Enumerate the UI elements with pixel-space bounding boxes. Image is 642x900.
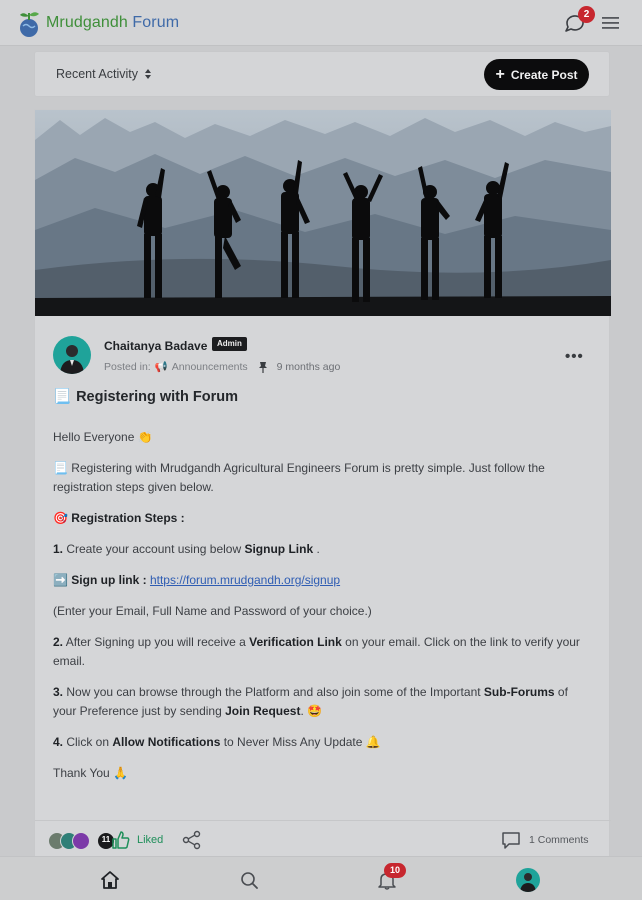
right-arrow-icon: ➡️ (53, 573, 68, 587)
steps-heading-text: Registration Steps : (71, 511, 185, 525)
step-2-number: 2. (53, 635, 64, 649)
folded-hands-icon: 🙏 (113, 766, 129, 780)
thanks-text: Thank You (53, 766, 110, 780)
step-3-bold-1: Sub-Forums (483, 685, 555, 699)
post-actions: 11 Liked 1 Comments (35, 820, 611, 860)
brand-part-1: Mrudgandh (46, 14, 128, 31)
step-2-bold: Verification Link (249, 635, 342, 649)
step-3-number: 3. (53, 685, 64, 699)
author-avatar[interactable] (53, 336, 91, 374)
thanks-line: Thank You 🙏 (53, 764, 588, 783)
page-facing-up-icon: 📃 (53, 461, 68, 475)
hamburger-icon[interactable] (600, 13, 622, 33)
brand-part-2: Forum (127, 14, 180, 31)
globe-sprout-icon[interactable] (14, 9, 44, 39)
step-3-text: Now you can browse through the Platform … (63, 685, 484, 699)
target-icon: 🎯 (53, 511, 68, 525)
step-4-end: to Never Miss Any Update (220, 735, 363, 749)
signup-line: ➡️ Sign up link : https://forum.mrudgand… (53, 571, 588, 590)
step-1-text: Create your account using below (63, 542, 245, 556)
step-2: 2. After Signing up you will receive a V… (53, 633, 588, 671)
step-3: 3. Now you can browse through the Platfo… (53, 683, 588, 721)
step-4: 4. Click on Allow Notifications to Never… (53, 733, 588, 752)
step-1-number: 1. (53, 542, 64, 556)
post-banner-image (35, 110, 611, 316)
create-post-button[interactable]: + Create Post (484, 59, 589, 90)
filter-bar: Recent Activity + Create Post (34, 51, 610, 97)
clapping-hands-icon: 👏 (137, 430, 153, 444)
post-time: 9 months ago (276, 360, 341, 373)
intro-text: Registering with Mrudgandh Agricultural … (53, 461, 545, 494)
enter-note: (Enter your Email, Full Name and Passwor… (53, 604, 372, 618)
author-name[interactable]: Chaitanya Badave (104, 339, 207, 353)
signup-link[interactable]: https://forum.mrudgandh.org/signup (150, 573, 340, 587)
step-3-end: . (300, 704, 304, 718)
profile-avatar[interactable] (516, 868, 540, 892)
greeting-text: Hello Everyone (53, 430, 135, 444)
notifications-badge: 10 (384, 863, 406, 878)
step-4-bold: Allow Notifications (112, 735, 221, 749)
top-bar: Mrudgandh Forum 2 (0, 0, 642, 46)
greeting-line: Hello Everyone 👏 (53, 428, 588, 447)
star-struck-icon: 🤩 (307, 704, 323, 718)
create-post-label: Create Post (510, 67, 578, 82)
post-title-text: Registering with Forum (76, 388, 238, 405)
home-icon[interactable] (100, 870, 120, 890)
posted-in-label: Posted in: (104, 360, 151, 373)
comments-button[interactable]: 1 Comments (501, 830, 589, 850)
post-title: 📃 Registering with Forum (53, 388, 238, 406)
chat-count-badge: 2 (578, 6, 595, 23)
step-4-number: 4. (53, 735, 64, 749)
comments-label: 1 Comments (529, 834, 589, 846)
step-1: 1. Create your account using below Signu… (53, 540, 588, 559)
liker-avatars[interactable]: 11 (48, 832, 115, 852)
post-meta: Posted in: 📢 Announcements 9 months ago (104, 360, 341, 374)
thumbs-up-icon (112, 831, 130, 849)
sort-arrows-icon (144, 69, 151, 79)
plus-icon: + (495, 65, 505, 83)
admin-badge: Admin (212, 337, 247, 351)
bottom-nav: 10 (0, 856, 642, 900)
brand-name[interactable]: Mrudgandh Forum (46, 14, 179, 32)
share-icon[interactable] (182, 830, 202, 850)
post-options-button[interactable]: ••• (565, 348, 584, 365)
post-card: Chaitanya Badave Admin Posted in: 📢 Anno… (34, 109, 611, 860)
step-1-bold: Signup Link (244, 542, 314, 556)
page-facing-up-icon: 📃 (53, 389, 72, 405)
step-1-end: . (313, 542, 320, 556)
step-3-bold-2: Join Request (225, 704, 301, 718)
post-body: Hello Everyone 👏 📃 Registering with Mrud… (53, 428, 588, 795)
category-link[interactable]: Announcements (172, 361, 248, 373)
sort-label: Recent Activity (56, 67, 138, 81)
liker-avatar (72, 832, 90, 850)
like-button[interactable]: Liked (111, 830, 163, 850)
pin-icon (258, 361, 267, 373)
step-4-text: Click on (63, 735, 113, 749)
liked-label: Liked (137, 834, 164, 846)
step-2-text: After Signing up you will receive a (63, 635, 250, 649)
steps-heading: 🎯 Registration Steps : (53, 509, 588, 528)
bell-icon: 🔔 (365, 735, 381, 749)
search-icon[interactable] (240, 871, 259, 890)
intro-line: 📃 Registering with Mrudgandh Agricultura… (53, 459, 588, 497)
sort-dropdown[interactable]: Recent Activity (56, 67, 152, 81)
megaphone-icon: 📢 (154, 361, 168, 373)
signup-label: Sign up link : (71, 573, 147, 587)
comment-icon (502, 832, 520, 849)
